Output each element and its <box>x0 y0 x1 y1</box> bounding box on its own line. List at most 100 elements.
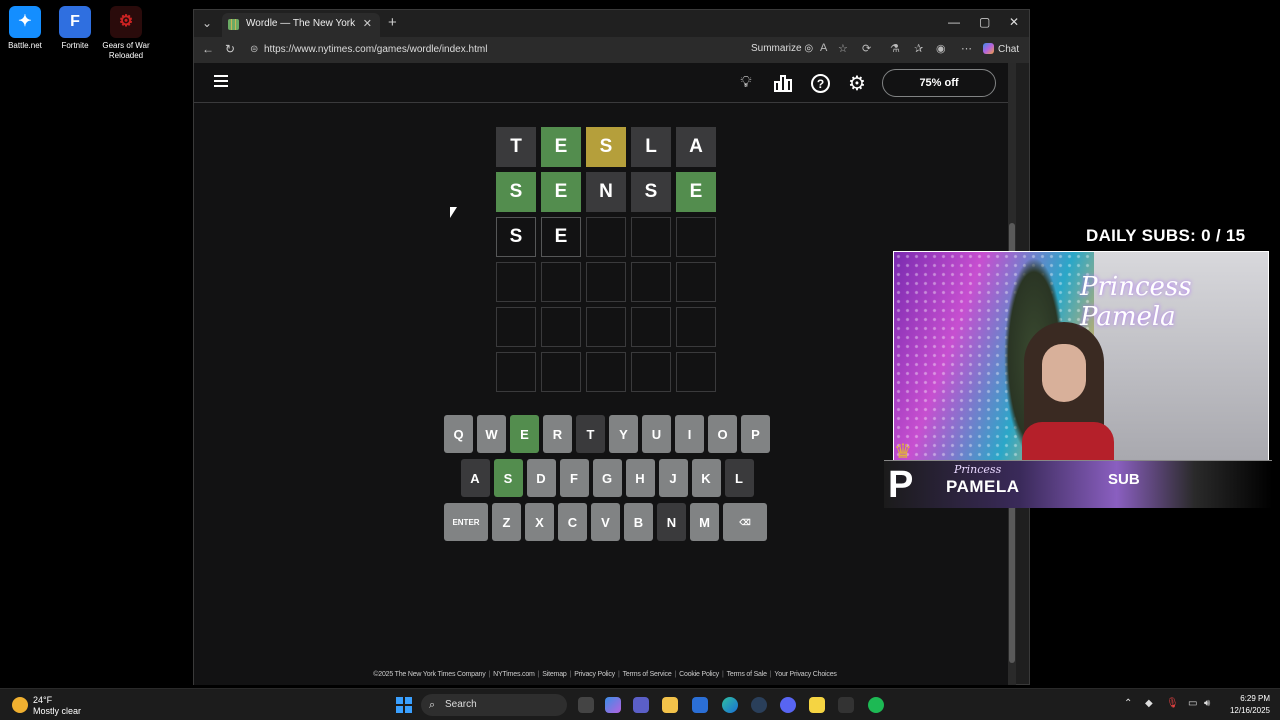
summarize-button[interactable]: Summarize ◎ <box>751 43 813 54</box>
tab-list-icon[interactable]: ⌄ <box>202 16 212 30</box>
tray-overflow-icon[interactable]: ⌃ <box>1124 698 1132 709</box>
key-y[interactable]: Y <box>609 415 638 453</box>
key-w[interactable]: W <box>477 415 506 453</box>
profile-icon[interactable]: ◉ <box>936 42 946 55</box>
help-icon[interactable]: ? <box>811 74 830 93</box>
settings-gear-icon[interactable]: ⚙ <box>846 72 868 95</box>
site-info-icon[interactable]: ⊜ <box>250 40 258 60</box>
subscribe-button[interactable]: 75% off <box>882 69 996 97</box>
wordle-favicon-icon <box>228 19 239 30</box>
key-n[interactable]: N <box>657 503 686 541</box>
taskbar: 24°F Mostly clear ⌕ Search ⌃ ◆ 🎙︎ ▭ 🔊︎ 6… <box>0 688 1280 720</box>
start-button-icon[interactable] <box>396 697 412 713</box>
key-s[interactable]: S <box>493 459 523 497</box>
maximize-icon[interactable]: ▢ <box>979 15 990 29</box>
tile: E <box>541 127 581 167</box>
tile <box>541 307 581 347</box>
footer-link[interactable]: Cookie Policy <box>679 671 719 678</box>
sticky-notes-icon[interactable] <box>809 697 825 713</box>
task-view-icon[interactable] <box>578 697 594 713</box>
desktop-icon-fortnite[interactable]: F Fortnite <box>50 6 100 51</box>
camera-icon[interactable]: ▭ <box>1188 698 1197 709</box>
wordle-header: 💡︎ ? ⚙ 75% off <box>194 63 1016 103</box>
store-icon[interactable] <box>692 697 708 713</box>
refresh-icon[interactable]: ↻ <box>225 42 235 56</box>
edge-icon[interactable] <box>722 697 738 713</box>
key-j[interactable]: J <box>658 459 688 497</box>
more-menu-icon[interactable]: ⋯ <box>961 42 972 55</box>
tile <box>541 352 581 392</box>
close-tab-icon[interactable]: ✕ <box>363 13 372 35</box>
tab-bar: ⌄ Wordle — The New York Times ✕ + — ▢ ✕ <box>194 10 1029 51</box>
favorite-star-icon[interactable]: ☆ <box>838 42 848 55</box>
minimize-icon[interactable]: — <box>948 15 960 29</box>
key-r[interactable]: R <box>543 415 572 453</box>
tile <box>496 352 536 392</box>
key-c[interactable]: C <box>558 503 587 541</box>
tray-app-icon[interactable]: ◆ <box>1145 698 1153 709</box>
key-o[interactable]: O <box>708 415 737 453</box>
desktop-icon-gears[interactable]: ⚙ Gears of War Reloaded <box>101 6 151 61</box>
teams-icon[interactable] <box>633 697 649 713</box>
footer-link[interactable]: Sitemap <box>542 671 566 678</box>
key-u[interactable]: U <box>642 415 671 453</box>
volume-icon[interactable]: 🔊︎ <box>1204 698 1210 709</box>
banner-small-text: Princess <box>954 463 1002 476</box>
taskbar-search[interactable]: ⌕ Search <box>421 694 567 716</box>
obs-icon[interactable] <box>838 697 854 713</box>
key-k[interactable]: K <box>691 459 721 497</box>
webcam-feed: Princess Pamela <box>893 251 1269 461</box>
key-i[interactable]: I <box>675 415 704 453</box>
key-m[interactable]: M <box>690 503 719 541</box>
enter-key[interactable]: ENTER <box>444 503 488 541</box>
key-b[interactable]: B <box>624 503 653 541</box>
key-z[interactable]: Z <box>492 503 521 541</box>
close-window-icon[interactable]: ✕ <box>1009 15 1019 29</box>
tile: S <box>496 217 536 257</box>
key-f[interactable]: F <box>559 459 589 497</box>
footer-link[interactable]: Terms of Service <box>623 671 672 678</box>
steam-icon[interactable] <box>751 697 767 713</box>
file-explorer-icon[interactable] <box>662 697 678 713</box>
footer-link[interactable]: Privacy Policy <box>574 671 615 678</box>
key-l[interactable]: L <box>724 459 754 497</box>
key-p[interactable]: P <box>741 415 770 453</box>
extensions-icon[interactable]: ⚗ <box>890 42 900 55</box>
url-field[interactable]: ⊜ https://www.nytimes.com/games/wordle/i… <box>244 40 744 60</box>
tile: L <box>631 127 671 167</box>
new-tab-icon[interactable]: + <box>388 14 397 31</box>
copilot-chat-button[interactable]: Chat <box>983 43 1019 55</box>
back-icon[interactable]: ← <box>202 42 214 56</box>
mic-icon[interactable]: 🎙︎ <box>1166 698 1179 709</box>
key-g[interactable]: G <box>592 459 622 497</box>
key-v[interactable]: V <box>591 503 620 541</box>
discord-icon[interactable] <box>780 697 796 713</box>
key-d[interactable]: D <box>526 459 556 497</box>
footer-link[interactable]: Terms of Sale <box>727 671 767 678</box>
tile: S <box>496 172 536 212</box>
weather-text: Mostly clear <box>33 706 82 716</box>
hint-bulb-icon[interactable]: 💡︎ <box>735 72 757 94</box>
clock[interactable]: 6:29 PM 12/16/2025 <box>1222 693 1270 717</box>
desktop-icon-battlenet[interactable]: ✦ Battle.net <box>0 6 50 51</box>
tile <box>631 352 671 392</box>
key-h[interactable]: H <box>625 459 655 497</box>
favorites-icon[interactable]: ✰ <box>914 42 923 55</box>
tab-wordle[interactable]: Wordle — The New York Times ✕ <box>222 13 380 51</box>
backspace-key[interactable]: ⌫ <box>723 503 767 541</box>
key-x[interactable]: X <box>525 503 554 541</box>
footer-link[interactable]: NYTimes.com <box>493 671 535 678</box>
key-a[interactable]: A <box>460 459 490 497</box>
key-t[interactable]: T <box>576 415 605 453</box>
tile <box>676 352 716 392</box>
refresh-page-icon[interactable]: ⟳ <box>862 42 871 55</box>
read-aloud-icon[interactable]: A <box>820 42 827 54</box>
p-logo: P <box>888 464 914 506</box>
key-q[interactable]: Q <box>444 415 473 453</box>
footer-link[interactable]: Your Privacy Choices <box>774 671 836 678</box>
spotify-icon[interactable] <box>868 697 884 713</box>
copilot-taskbar-icon[interactable] <box>605 697 621 713</box>
statistics-icon[interactable] <box>772 72 794 94</box>
menu-icon[interactable] <box>214 75 228 87</box>
key-e[interactable]: E <box>510 415 539 453</box>
